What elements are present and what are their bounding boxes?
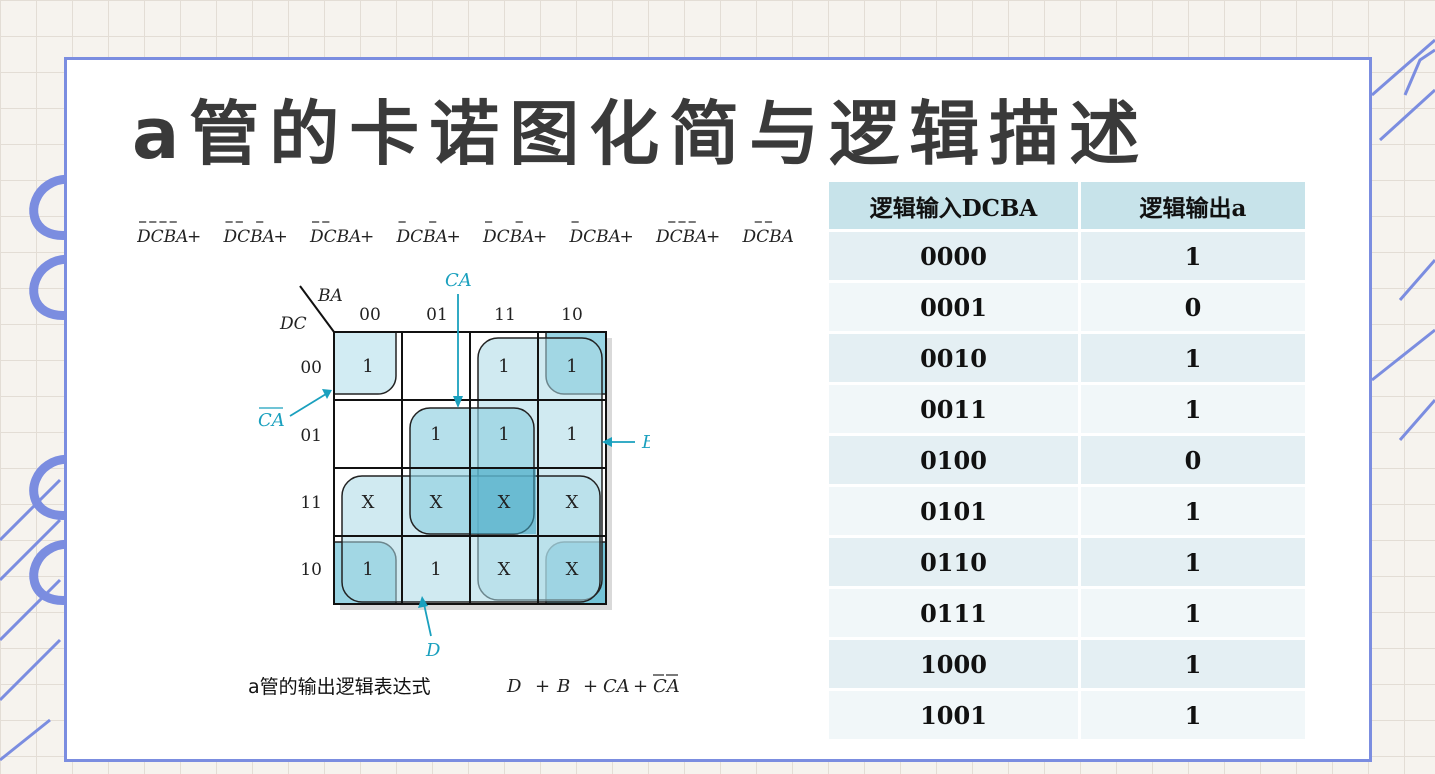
kmap-row-label: 01 bbox=[300, 426, 322, 446]
minterm-term: DCBA bbox=[309, 227, 361, 247]
minterm-plus: + bbox=[187, 227, 201, 247]
kmap-col-label: 10 bbox=[561, 305, 583, 325]
table-cell-input: 0011 bbox=[829, 385, 1078, 433]
minterm-term: DCBA bbox=[482, 227, 534, 247]
annotation-b: B bbox=[641, 432, 650, 453]
expression-term: CA bbox=[653, 676, 680, 697]
table-cell-input: 0010 bbox=[829, 334, 1078, 382]
kmap-cell: X bbox=[566, 559, 579, 580]
minterm-plus: + bbox=[620, 227, 634, 247]
minterm-plus: + bbox=[447, 227, 461, 247]
table-header-input: 逻辑输入DCBA bbox=[829, 182, 1078, 229]
minterm-plus: + bbox=[274, 227, 288, 247]
table-cell-input: 0101 bbox=[829, 487, 1078, 535]
table-row: 0001 0 bbox=[829, 283, 1305, 331]
table-cell-input: 1000 bbox=[829, 640, 1078, 688]
table-cell-input: 0001 bbox=[829, 283, 1078, 331]
arrow-not-c-not-a bbox=[289, 393, 327, 417]
pencil-right-icon bbox=[1371, 38, 1435, 441]
group-not-c-not-a-left-top bbox=[334, 332, 397, 395]
minterm-term: DCBA bbox=[396, 227, 448, 247]
minterm-plus: + bbox=[533, 227, 547, 247]
table-row: 0011 1 bbox=[829, 385, 1305, 433]
truth-table: 逻辑输入DCBA 逻辑输出a 0000 1 0001 0 0010 1 0011 1 0… bbox=[826, 179, 1308, 742]
minterm-term: DCBA bbox=[742, 227, 794, 247]
table-cell-output: 1 bbox=[1081, 385, 1305, 433]
kmap-cell: 1 bbox=[566, 356, 577, 377]
table-row: 0111 1 bbox=[829, 589, 1305, 637]
table-row: 0101 1 bbox=[829, 487, 1305, 535]
table-cell-output: 1 bbox=[1081, 538, 1305, 586]
kmap-cell: 1 bbox=[498, 424, 509, 445]
table-cell-input: 0111 bbox=[829, 589, 1078, 637]
minterm-term: DCBA bbox=[569, 227, 621, 247]
table-cell-output: 1 bbox=[1081, 232, 1305, 280]
expression-term: CA bbox=[603, 676, 630, 697]
expression-plus: + bbox=[583, 676, 598, 697]
expression-label: a管的输出逻辑表达式 bbox=[248, 676, 431, 698]
minterm-term: DCBA bbox=[137, 227, 188, 247]
kmap-cell: 1 bbox=[362, 356, 373, 377]
kmap-cell: X bbox=[498, 559, 511, 580]
kmap-col-label: 01 bbox=[426, 305, 448, 325]
expression-plus: + bbox=[633, 676, 648, 697]
table-row: 1000 1 bbox=[829, 640, 1305, 688]
table-cell-input: 0110 bbox=[829, 538, 1078, 586]
kmap-col-label: 00 bbox=[359, 305, 381, 325]
kmap-cell: 1 bbox=[430, 559, 441, 580]
minterm-expression: DCBA+ DCBA+ DCBA+ DCBA+ DCBA+ DCBA+ DCBA+ DCBA bbox=[137, 221, 794, 247]
kmap-cell: X bbox=[362, 492, 375, 513]
kmap-cell: X bbox=[430, 492, 443, 513]
minterm-term: DCBA bbox=[223, 227, 275, 247]
karnaugh-map: BA DC 00 01 11 10 00 01 11 10 1 1 1 1 1 … bbox=[258, 270, 650, 661]
arrow-not-c-not-a-head-icon bbox=[322, 389, 332, 399]
expression-term: B bbox=[556, 676, 570, 697]
annotation-d: D bbox=[425, 640, 441, 661]
table-cell-output: 1 bbox=[1081, 691, 1305, 739]
table-row: 0100 0 bbox=[829, 436, 1305, 484]
table-cell-output: 0 bbox=[1081, 283, 1305, 331]
minterm-plus: + bbox=[706, 227, 720, 247]
table-cell-output: 1 bbox=[1081, 640, 1305, 688]
table-cell-output: 0 bbox=[1081, 436, 1305, 484]
kmap-col-label: 11 bbox=[494, 305, 516, 325]
pencil-left-icon bbox=[0, 478, 62, 762]
kmap-row-label: 10 bbox=[300, 560, 322, 580]
table-cell-input: 0100 bbox=[829, 436, 1078, 484]
kmap-row-label: 00 bbox=[300, 358, 322, 378]
table-cell-input: 0000 bbox=[829, 232, 1078, 280]
kmap-cell: X bbox=[566, 492, 579, 513]
kmap-row-var: DC bbox=[279, 314, 307, 334]
annotation-ca: CA bbox=[445, 270, 472, 291]
minterm-plus: + bbox=[360, 227, 374, 247]
expression-term: D bbox=[506, 676, 522, 697]
kmap-col-var: BA bbox=[317, 286, 343, 306]
table-cell-output: 1 bbox=[1081, 334, 1305, 382]
table-row: 0110 1 bbox=[829, 538, 1305, 586]
page-title: a管的卡诺图化简与逻辑描述 bbox=[132, 93, 1150, 175]
table-row: 0010 1 bbox=[829, 334, 1305, 382]
table-cell-output: 1 bbox=[1081, 589, 1305, 637]
annotation-not-c-not-a: CA bbox=[258, 410, 285, 431]
table-header-output: 逻辑输出a bbox=[1081, 182, 1305, 229]
table-cell-input: 1001 bbox=[829, 691, 1078, 739]
expression-plus: + bbox=[535, 676, 550, 697]
kmap-cell: 1 bbox=[430, 424, 441, 445]
kmap-cell: X bbox=[498, 492, 511, 513]
expression-formula: D + B + CA + CA bbox=[506, 674, 680, 697]
kmap-row-label: 11 bbox=[300, 493, 322, 513]
minterm-term: DCBA bbox=[655, 227, 707, 247]
table-row: 1001 1 bbox=[829, 691, 1305, 739]
table-row: 0000 1 bbox=[829, 232, 1305, 280]
kmap-cell: 1 bbox=[362, 559, 373, 580]
table-header-row: 逻辑输入DCBA 逻辑输出a bbox=[829, 182, 1305, 229]
kmap-cell: 1 bbox=[566, 424, 577, 445]
table-cell-output: 1 bbox=[1081, 487, 1305, 535]
kmap-cell: 1 bbox=[498, 356, 509, 377]
